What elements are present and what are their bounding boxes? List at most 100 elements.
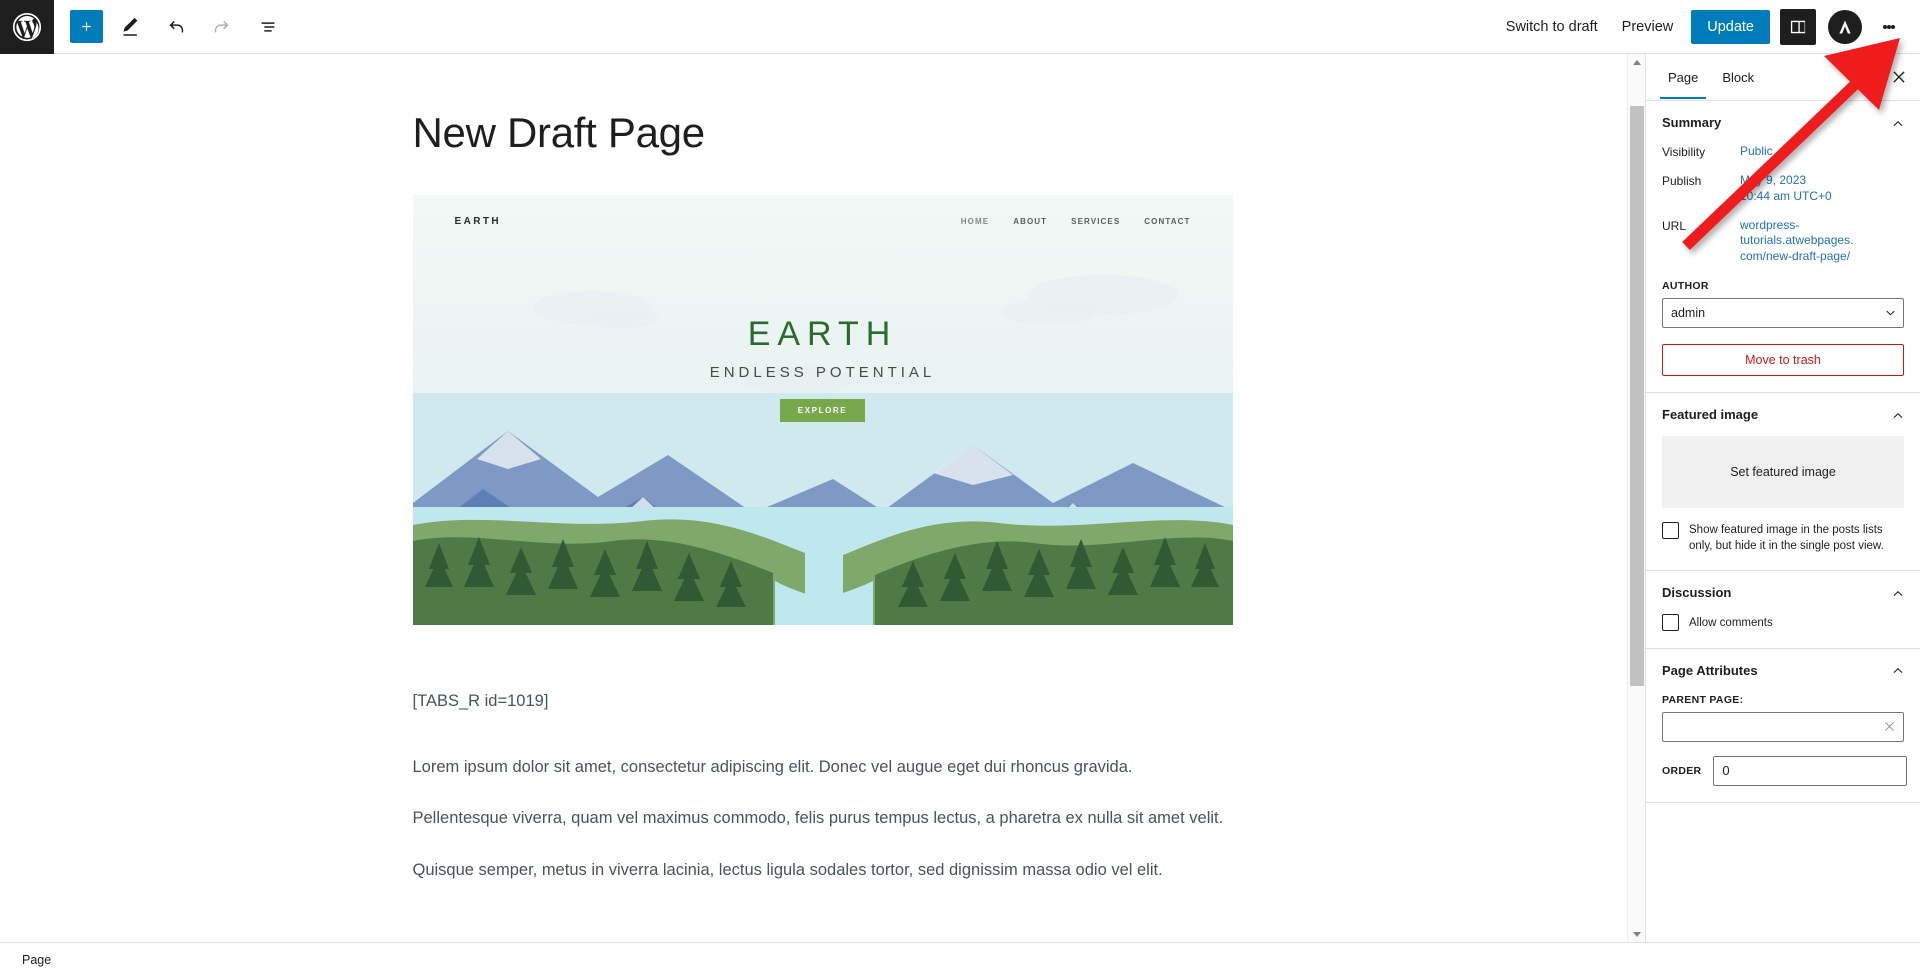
- options-menu-button[interactable]: [1872, 9, 1906, 45]
- set-featured-image-button[interactable]: Set featured image: [1662, 436, 1904, 509]
- panel-title: Featured image: [1662, 407, 1759, 423]
- order-label: ORDER: [1662, 764, 1702, 777]
- redo-arrow-icon: [214, 20, 229, 32]
- scroll-up-arrow-icon[interactable]: [1628, 54, 1645, 70]
- settings-sidebar-toggle-button[interactable]: [1780, 8, 1816, 45]
- editor-body: [TABS_R id=1019] Lorem ipsum dolor sit a…: [413, 689, 1233, 883]
- body-paragraph[interactable]: Pellentesque viverra, quam vel maximus c…: [413, 806, 1233, 832]
- undo-button[interactable]: [157, 8, 195, 46]
- tab-block[interactable]: Block: [1710, 56, 1766, 98]
- panel-page-attributes: Page Attributes PARENT PAGE: ORDER: [1646, 649, 1920, 803]
- scrollbar-thumb[interactable]: [1630, 106, 1644, 686]
- row-url: URL wordpress-tutorials.atwebpages.com/n…: [1662, 218, 1904, 264]
- document-overview-button[interactable]: [249, 8, 287, 46]
- publish-time: 10:44 am UTC+0: [1740, 188, 1832, 203]
- hero-copy: EARTH ENDLESS POTENTIAL EXPLORE: [413, 315, 1233, 423]
- visibility-value[interactable]: Public: [1740, 144, 1773, 159]
- author-select[interactable]: admin: [1662, 298, 1904, 329]
- hero-headline: EARTH: [747, 315, 898, 354]
- tab-page[interactable]: Page: [1656, 56, 1710, 99]
- document-overview-icon: [261, 21, 275, 32]
- panel-title: Page Attributes: [1662, 662, 1758, 678]
- panel-discussion-header[interactable]: Discussion: [1662, 585, 1904, 600]
- sidebar-tabs: Page Block: [1646, 54, 1920, 101]
- allow-comments-checkbox[interactable]: [1662, 614, 1679, 632]
- wordpress-logo-icon[interactable]: [0, 0, 54, 54]
- parent-page-label: PARENT PAGE:: [1662, 693, 1744, 706]
- body-paragraph[interactable]: Quisque semper, metus in viverra lacinia…: [413, 858, 1233, 884]
- hero-menu-item-about: ABOUT: [1013, 216, 1048, 226]
- allow-comments-option: Allow comments: [1662, 614, 1904, 632]
- editor-toolbar: Switch to draft Preview Update: [0, 0, 1920, 54]
- order-field-row: ORDER: [1662, 755, 1908, 786]
- url-value[interactable]: wordpress-tutorials.atwebpages.com/new-d…: [1740, 218, 1855, 264]
- url-label: URL: [1662, 219, 1687, 234]
- publish-date: May 9, 2023: [1740, 173, 1807, 188]
- update-button[interactable]: Update: [1691, 9, 1770, 44]
- editor-canvas[interactable]: New Draft Page EARTH HOME ABOUT SERVICES…: [0, 54, 1645, 942]
- plus-icon: [82, 22, 91, 31]
- row-visibility: Visibility Public: [1662, 144, 1904, 159]
- hero-explore-button: EXPLORE: [779, 399, 866, 423]
- preview-button[interactable]: Preview: [1610, 11, 1686, 43]
- editor-scroll-region: New Draft Page EARTH HOME ABOUT SERVICES…: [0, 54, 1645, 942]
- pencil-icon: [123, 17, 138, 36]
- hero-navigation: EARTH HOME ABOUT SERVICES CONTACT: [413, 195, 1233, 247]
- tools-edit-button[interactable]: [111, 8, 149, 46]
- clear-x-icon[interactable]: [1881, 719, 1897, 735]
- hero-subheadline: ENDLESS POTENTIAL: [709, 364, 936, 382]
- allow-comments-label: Allow comments: [1689, 617, 1773, 630]
- panel-discussion: Discussion Allow comments: [1646, 571, 1920, 649]
- avatar[interactable]: [1828, 9, 1862, 44]
- shortcode-paragraph[interactable]: [TABS_R id=1019]: [413, 689, 1233, 715]
- toolbar-left-group: [54, 8, 295, 46]
- astra-logo-icon: [1839, 20, 1851, 33]
- body-paragraph[interactable]: Lorem ipsum dolor sit amet, consectetur …: [413, 755, 1233, 781]
- wordpress-block-editor: Switch to draft Preview Update New Draft…: [0, 0, 1920, 977]
- hero-menu-item-home: HOME: [960, 216, 990, 226]
- featured-image-visibility-option: Show featured image in the posts lists o…: [1662, 522, 1904, 554]
- featured-image-checkbox[interactable]: [1662, 522, 1679, 540]
- hero-brand: EARTH: [454, 215, 501, 227]
- editor-scrollbar[interactable]: [1627, 54, 1645, 942]
- publish-value[interactable]: May 9, 2023 10:44 am UTC+0: [1740, 173, 1832, 204]
- add-block-button[interactable]: [70, 10, 103, 43]
- parent-page-input[interactable]: [1662, 711, 1904, 742]
- panel-page-attributes-header[interactable]: Page Attributes: [1662, 663, 1904, 678]
- hero-image-block[interactable]: EARTH HOME ABOUT SERVICES CONTACT EARTH …: [412, 195, 1233, 626]
- close-icon: [1893, 71, 1905, 83]
- publish-label: Publish: [1662, 174, 1702, 189]
- chevron-up-icon: [1893, 412, 1903, 418]
- toolbar-right-group: Switch to draft Preview Update: [1494, 8, 1920, 45]
- status-bar-label: Page: [22, 953, 52, 967]
- move-to-trash-button[interactable]: Move to trash: [1662, 344, 1904, 377]
- settings-sidebar: Page Block Summary Visibility Public Pub…: [1645, 54, 1920, 942]
- hero-menu: HOME ABOUT SERVICES CONTACT: [961, 217, 1191, 226]
- page-title[interactable]: New Draft Page: [413, 109, 1233, 157]
- redo-button[interactable]: [203, 8, 241, 46]
- chevron-up-icon: [1893, 668, 1903, 674]
- author-select-wrap: admin: [1662, 298, 1904, 329]
- status-bar: Page: [0, 942, 1920, 977]
- order-input[interactable]: [1713, 755, 1908, 786]
- undo-arrow-icon: [169, 20, 184, 32]
- hero-menu-item-services: SERVICES: [1071, 216, 1121, 226]
- scroll-down-arrow-icon[interactable]: [1628, 926, 1645, 942]
- switch-to-draft-button[interactable]: Switch to draft: [1494, 11, 1610, 43]
- panel-title: Summary: [1662, 115, 1722, 130]
- settings-sidebar-icon: [1790, 20, 1806, 33]
- visibility-label: Visibility: [1662, 145, 1706, 159]
- parent-page-field-wrap: [1662, 711, 1904, 742]
- panel-title: Discussion: [1662, 585, 1732, 601]
- close-sidebar-button[interactable]: [1882, 60, 1916, 94]
- panel-summary-header[interactable]: Summary: [1662, 115, 1904, 130]
- forest-illustration: [412, 507, 1233, 626]
- chevron-up-icon: [1893, 590, 1903, 596]
- panel-featured-image: Featured image Set featured image Show f…: [1646, 393, 1920, 572]
- chevron-up-icon: [1893, 120, 1903, 126]
- editor-document: New Draft Page EARTH HOME ABOUT SERVICES…: [412, 109, 1233, 884]
- panel-featured-image-header[interactable]: Featured image: [1662, 407, 1904, 422]
- hero-menu-item-contact: CONTACT: [1144, 216, 1191, 226]
- featured-image-checkbox-label: Show featured image in the posts lists o…: [1689, 524, 1884, 552]
- panel-summary: Summary Visibility Public Publish May 9,…: [1646, 101, 1920, 394]
